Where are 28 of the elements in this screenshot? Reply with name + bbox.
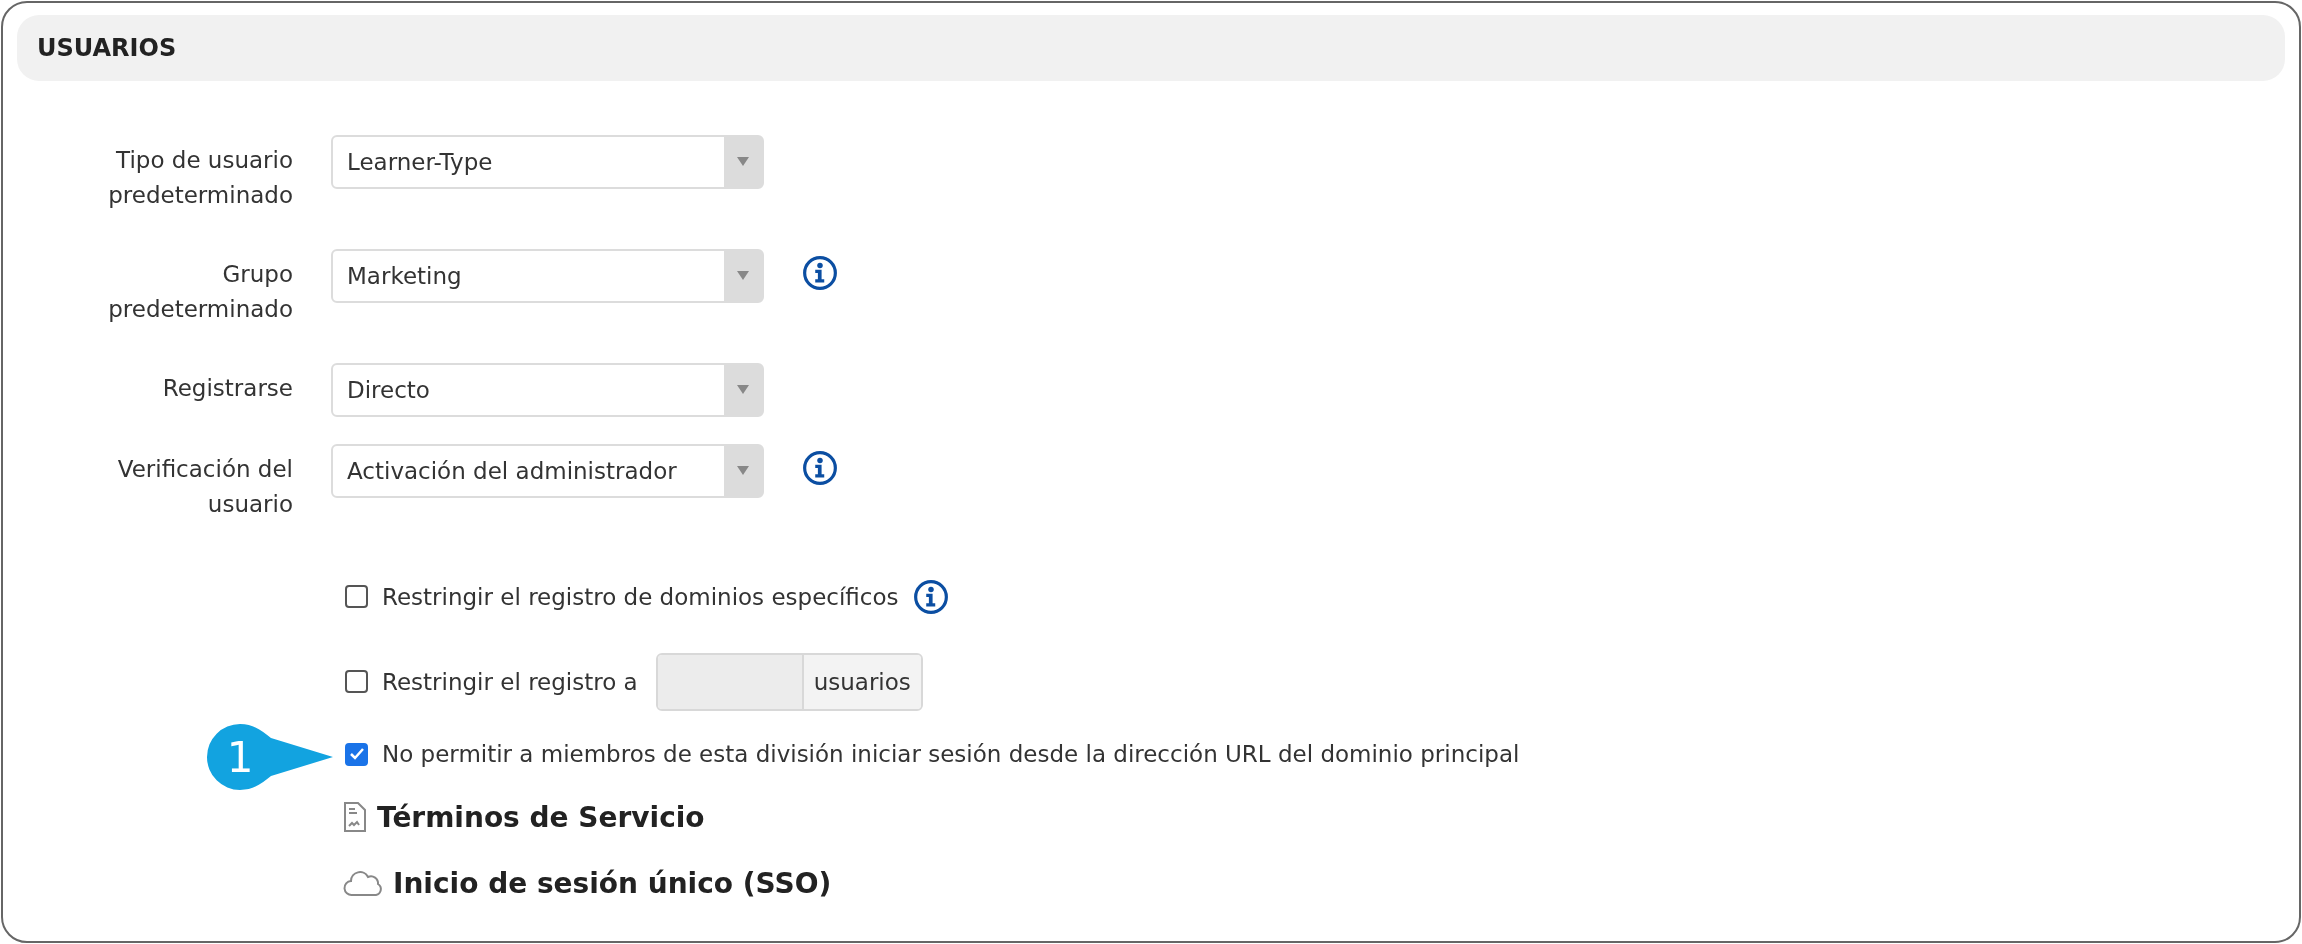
user-limit-field[interactable]: usuarios [655, 652, 923, 711]
checkbox[interactable] [345, 670, 368, 693]
field-label: Tipo de usuario predeterminado [108, 147, 293, 208]
checkbox-label: No permitir a miembros de esta división iniciar sesión desde la dirección URL del dominio principal [382, 741, 1520, 767]
cloud-icon [343, 869, 383, 897]
dropdown[interactable]: Directo [331, 363, 764, 417]
field-label: Grupo predeterminado [108, 261, 293, 322]
dropdown[interactable]: Marketing [331, 249, 764, 303]
caret-icon [737, 271, 749, 281]
section-link[interactable]: Términos de Servicio [377, 800, 705, 834]
caret-icon [737, 385, 749, 395]
dropdown[interactable]: Activación del administrador [331, 444, 764, 498]
document-icon [343, 801, 367, 833]
caret-icon [737, 466, 749, 476]
dropdown[interactable]: Learner-Type [331, 135, 764, 189]
checkbox[interactable] [345, 742, 368, 766]
caret-icon [737, 157, 749, 167]
section-link[interactable]: Inicio de sesión único (SSO) [393, 866, 832, 900]
section-title: USUARIOS [37, 34, 177, 62]
info-icon[interactable] [912, 578, 949, 615]
info-icon[interactable] [802, 450, 838, 486]
field-label: Verificación del usuario [117, 456, 293, 517]
checkbox[interactable] [345, 585, 368, 608]
field-label: Registrarse [162, 375, 293, 401]
checkbox-label: Restringir el registro de dominios específicos [382, 583, 899, 610]
checkmark-icon [349, 748, 364, 760]
info-icon[interactable] [802, 255, 838, 291]
checkbox-label: Restringir el registro a [382, 668, 638, 695]
